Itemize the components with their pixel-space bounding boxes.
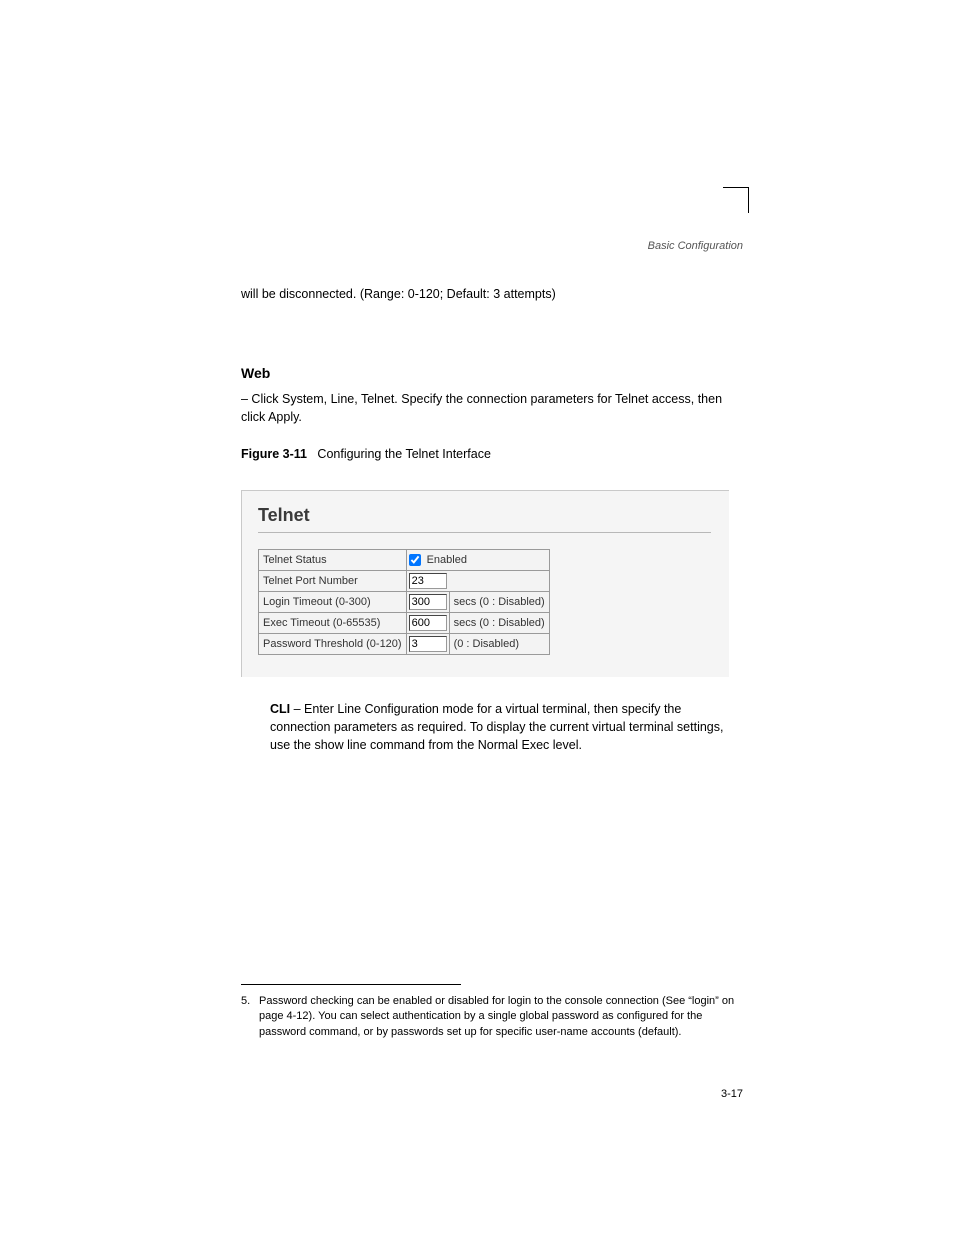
footnote: 5. Password checking can be enabled or d… bbox=[241, 994, 741, 1040]
figure-caption: Figure 3-11 Configuring the Telnet Inter… bbox=[241, 445, 741, 463]
footnote-rule bbox=[241, 984, 461, 985]
input-password-threshold[interactable] bbox=[409, 636, 447, 652]
panel-divider bbox=[258, 532, 711, 533]
web-paragraph: – Click System, Line, Telnet. Specify th… bbox=[241, 390, 741, 426]
input-telnet-port[interactable] bbox=[409, 573, 447, 589]
checkbox-label-enabled: Enabled bbox=[427, 554, 467, 566]
page-header: Basic Configuration bbox=[241, 240, 743, 252]
label-exec-timeout: Exec Timeout (0-65535) bbox=[259, 613, 407, 634]
row-telnet-status: Telnet Status Enabled bbox=[259, 550, 550, 571]
checkbox-telnet-enabled[interactable] bbox=[409, 554, 421, 566]
footnote-text: Password checking can be enabled or disa… bbox=[259, 994, 741, 1040]
row-login-timeout: Login Timeout (0-300) secs (0 : Disabled… bbox=[259, 592, 550, 613]
cli-paragraph: CLI – Enter Line Configuration mode for … bbox=[270, 700, 740, 754]
row-password-threshold: Password Threshold (0-120) (0 : Disabled… bbox=[259, 634, 550, 655]
label-password-threshold: Password Threshold (0-120) bbox=[259, 634, 407, 655]
page-number: 3-17 bbox=[721, 1088, 743, 1100]
section-heading-web: Web bbox=[241, 365, 270, 381]
cli-body-text: – Enter Line Configuration mode for a vi… bbox=[270, 702, 723, 752]
figure-label: Figure 3-11 bbox=[241, 447, 307, 461]
input-login-timeout[interactable] bbox=[409, 594, 447, 610]
footnote-number: 5. bbox=[241, 994, 250, 1009]
row-telnet-port: Telnet Port Number bbox=[259, 571, 550, 592]
input-exec-timeout[interactable] bbox=[409, 615, 447, 631]
cli-heading: CLI bbox=[270, 702, 290, 716]
header-title: Basic Configuration bbox=[648, 240, 743, 252]
config-table: Telnet Status Enabled Telnet Port Number… bbox=[258, 549, 550, 655]
label-login-timeout: Login Timeout (0-300) bbox=[259, 592, 407, 613]
hint-exec-timeout: secs (0 : Disabled) bbox=[449, 613, 549, 634]
hint-login-timeout: secs (0 : Disabled) bbox=[449, 592, 549, 613]
figure-title: Configuring the Telnet Interface bbox=[317, 447, 491, 461]
label-telnet-port: Telnet Port Number bbox=[259, 571, 407, 592]
hint-password-threshold: (0 : Disabled) bbox=[449, 634, 549, 655]
row-exec-timeout: Exec Timeout (0-65535) secs (0 : Disable… bbox=[259, 613, 550, 634]
telnet-panel: Telnet Telnet Status Enabled Telnet Port… bbox=[241, 490, 729, 677]
intro-text: will be disconnected. (Range: 0-120; Def… bbox=[241, 285, 741, 303]
panel-title: Telnet bbox=[258, 505, 711, 526]
label-telnet-status: Telnet Status bbox=[259, 550, 407, 571]
crop-mark bbox=[723, 187, 749, 213]
